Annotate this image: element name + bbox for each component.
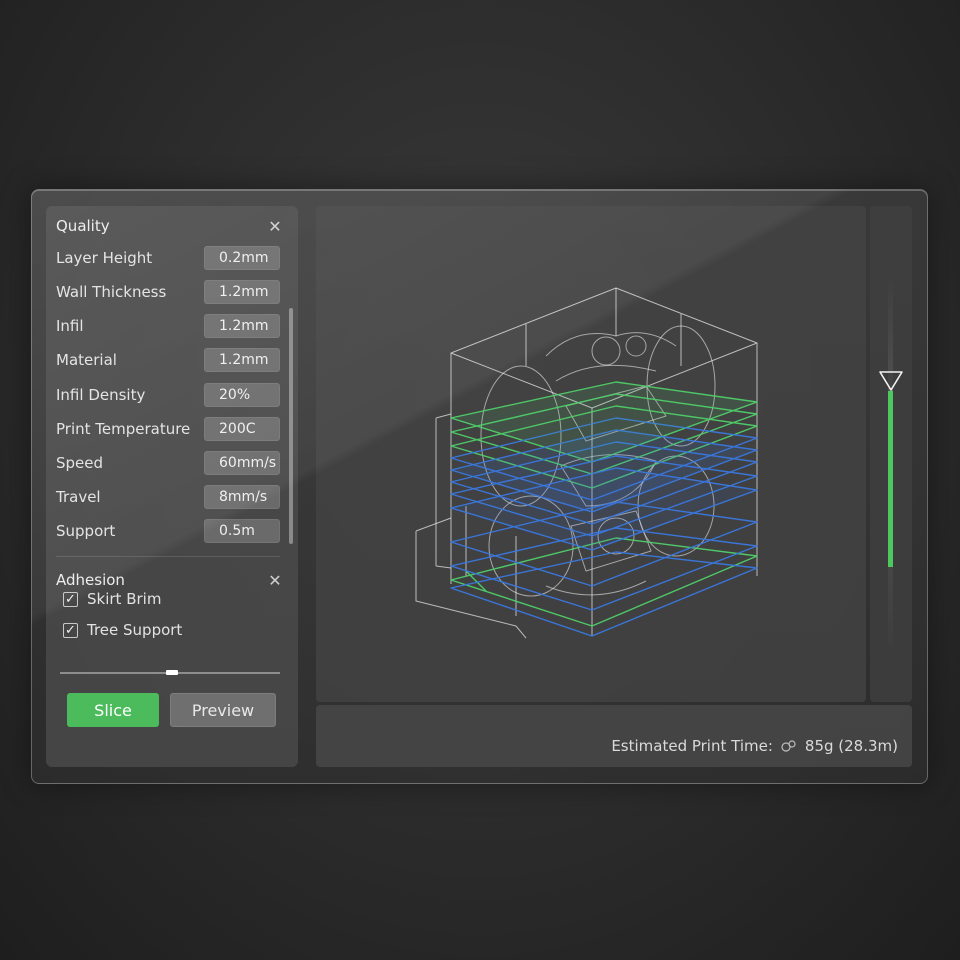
setting-label: Wall Thickness (56, 283, 167, 301)
slicer-window: Quality ✕ Layer Height 0.2mm Wall Thickn… (31, 189, 928, 784)
setting-label: Material (56, 351, 117, 369)
setting-row-support: Support 0.5m (56, 518, 280, 544)
support-input[interactable]: 0.5m (204, 519, 280, 543)
preview-button[interactable]: Preview (170, 693, 276, 727)
estimated-time-value: 85g (28.3m) (804, 737, 898, 755)
setting-row-material: Material 1.2mm (56, 347, 280, 373)
layer-slider-fill (888, 391, 893, 567)
option-skirt-brim[interactable]: ✓ Skirt Brim (63, 590, 161, 608)
setting-label: Support (56, 522, 116, 540)
print-temperature-input[interactable]: 200C (204, 417, 280, 441)
settings-sidebar: Quality ✕ Layer Height 0.2mm Wall Thickn… (46, 206, 298, 767)
adhesion-section-header: Adhesion ✕ (56, 568, 284, 592)
setting-label: Print Temperature (56, 420, 191, 438)
settings-scrollbar[interactable] (289, 308, 293, 544)
material-input[interactable]: 1.2mm (204, 348, 280, 372)
check-icon[interactable]: ✓ (63, 622, 78, 638)
setting-row-infil-density: Infil Density 20% (56, 382, 280, 408)
wall-thickness-input[interactable]: 1.2mm (204, 280, 280, 304)
setting-row-print-temperature: Print Temperature 200C (56, 416, 280, 442)
filament-icon (781, 740, 796, 752)
setting-label: Infil (56, 317, 84, 335)
close-icon[interactable]: ✕ (266, 217, 284, 236)
setting-label: Layer Height (56, 249, 153, 267)
speed-input[interactable]: 60mm/s (204, 451, 280, 475)
check-icon[interactable]: ✓ (63, 591, 78, 607)
layer-height-input[interactable]: 0.2mm (204, 246, 280, 270)
setting-label: Speed (56, 454, 104, 472)
setting-row-layer-height: Layer Height 0.2mm (56, 245, 280, 271)
model-preview (415, 287, 758, 639)
layer-slider-panel (870, 206, 912, 702)
close-icon[interactable]: ✕ (266, 571, 284, 590)
setting-row-travel: Travel 8mm/s (56, 484, 280, 510)
estimated-time-label: Estimated Print Time: (611, 737, 773, 755)
setting-row-speed: Speed 60mm/s (56, 450, 280, 476)
setting-label: Infil Density (56, 386, 146, 404)
setting-row-wall-thickness: Wall Thickness 1.2mm (56, 279, 280, 305)
triangle-down-icon[interactable] (878, 370, 904, 392)
setting-label: Travel (56, 488, 101, 506)
section-divider (56, 556, 280, 557)
slice-button[interactable]: Slice (67, 693, 159, 727)
setting-row-infil: Infil 1.2mm (56, 313, 280, 339)
adhesion-slider-thumb[interactable] (166, 670, 178, 675)
adhesion-title: Adhesion (56, 571, 125, 589)
option-label: Skirt Brim (87, 590, 162, 608)
3d-viewport[interactable] (316, 206, 866, 702)
quality-section-header: Quality ✕ (56, 214, 284, 238)
quality-title: Quality (56, 217, 110, 235)
infil-input[interactable]: 1.2mm (204, 314, 280, 338)
option-tree-support[interactable]: ✓ Tree Support (63, 621, 182, 639)
infil-density-input[interactable]: 20% (204, 383, 280, 407)
status-bar: Estimated Print Time: 85g (28.3m) (316, 705, 912, 767)
travel-input[interactable]: 8mm/s (204, 485, 280, 509)
option-label: Tree Support (87, 621, 183, 639)
